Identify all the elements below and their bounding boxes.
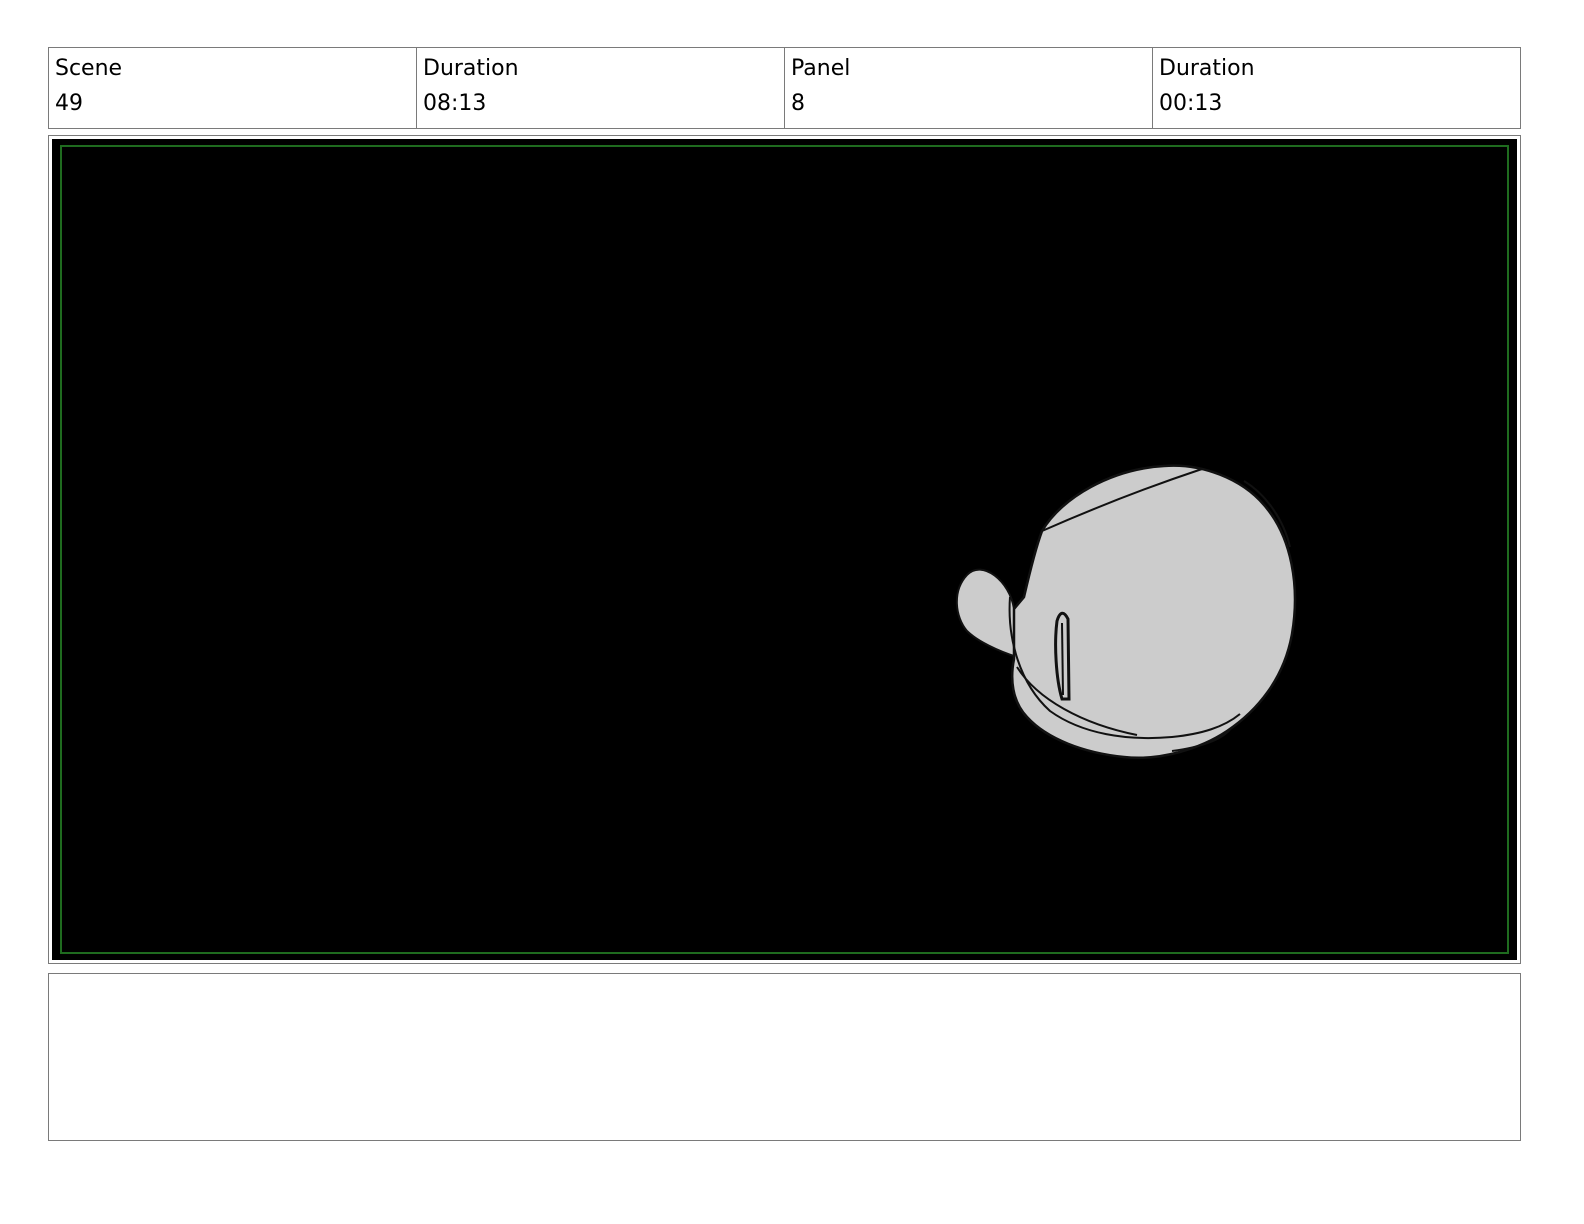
storyboard-panel-frame (48, 135, 1521, 964)
panel-info-table: Scene 49 Duration 08:13 Panel 8 Duration… (48, 47, 1521, 129)
panel-number: 8 (791, 91, 805, 116)
scene-duration-value: 08:13 (423, 91, 487, 116)
panel-duration-label: Duration (1159, 56, 1255, 81)
storyboard-panel-image[interactable] (52, 139, 1517, 960)
scene-cell: Scene 49 (49, 48, 417, 128)
panel-notes-box[interactable] (48, 973, 1521, 1141)
sketch-eye-line (1061, 622, 1064, 696)
panel-label: Panel (791, 56, 851, 81)
scene-duration-cell: Duration 08:13 (417, 48, 785, 128)
panel-cell: Panel 8 (785, 48, 1153, 128)
scene-number: 49 (55, 91, 83, 116)
scene-label: Scene (55, 56, 123, 81)
panel-duration-cell: Duration 00:13 (1153, 48, 1520, 128)
sketch-ear-shape (955, 568, 1019, 659)
scene-duration-label: Duration (423, 56, 519, 81)
panel-duration-value: 00:13 (1159, 91, 1223, 116)
sketch-drawing (955, 464, 1297, 759)
